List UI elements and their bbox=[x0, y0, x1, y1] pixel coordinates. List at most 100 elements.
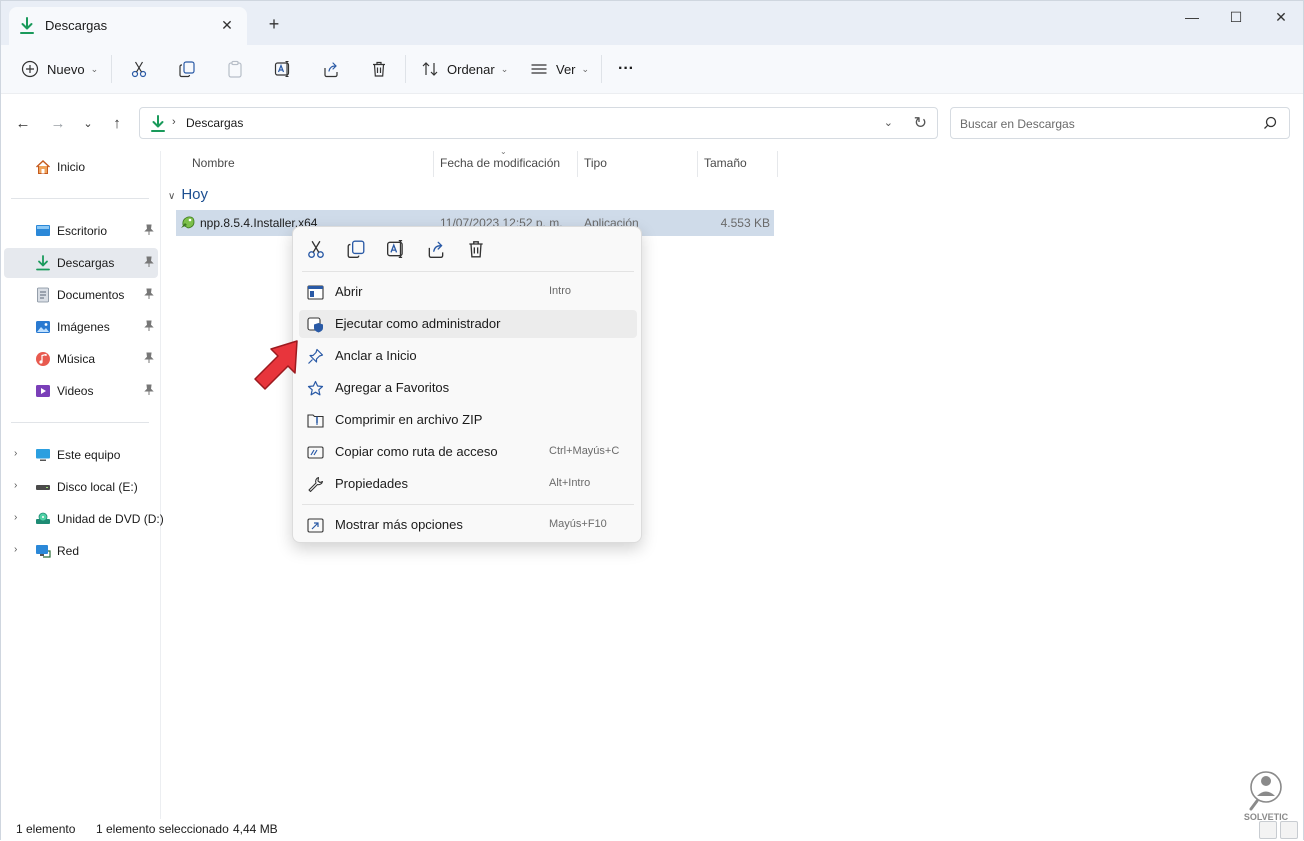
drive-icon bbox=[36, 485, 50, 490]
menu-item-mostrar-mas-opciones[interactable]: Mostrar más opciones Mayús+F10 bbox=[299, 511, 637, 539]
column-header-name[interactable]: Nombre bbox=[192, 156, 235, 170]
context-menu: Abrir Intro Ejecutar como administrador … bbox=[292, 226, 642, 543]
column-divider[interactable] bbox=[777, 151, 778, 177]
breadcrumb[interactable]: Descargas bbox=[186, 116, 243, 130]
sidebar-item-inicio[interactable]: Inicio bbox=[4, 152, 158, 182]
trash-icon[interactable] bbox=[466, 239, 486, 259]
sidebar-item-dvd[interactable]: › Unidad de DVD (D:) bbox=[4, 504, 164, 534]
desktop-icon bbox=[36, 225, 50, 236]
search-input[interactable]: Buscar en Descargas bbox=[950, 107, 1290, 139]
sidebar-item-label: Este equipo bbox=[57, 448, 121, 462]
sidebar-item-este-equipo[interactable]: › Este equipo bbox=[4, 440, 158, 470]
copy-icon[interactable] bbox=[346, 239, 366, 259]
navigation-bar: ← → ⌄ ↑ › Descargas ⌄ ↻ Buscar en Descar… bbox=[1, 93, 1303, 151]
close-button[interactable]: ✕ bbox=[1258, 1, 1304, 33]
chevron-down-icon: ⌄ bbox=[581, 63, 590, 74]
expand-chevron-icon[interactable]: › bbox=[14, 448, 17, 459]
forward-arrow-icon[interactable]: → bbox=[47, 112, 69, 134]
address-bar[interactable]: › Descargas ⌄ ↻ bbox=[139, 107, 938, 139]
paste-button[interactable] bbox=[226, 55, 244, 83]
paste-icon bbox=[228, 60, 242, 78]
expand-chevron-icon[interactable]: › bbox=[14, 512, 17, 523]
search-icon bbox=[1264, 116, 1277, 129]
menu-item-label: Propiedades bbox=[335, 476, 408, 491]
menu-item-agregar-a-favoritos[interactable]: Agregar a Favoritos bbox=[299, 374, 637, 402]
expand-chevron-icon[interactable]: › bbox=[14, 544, 17, 555]
share-icon bbox=[324, 62, 338, 78]
sidebar-item-red[interactable]: › Red bbox=[4, 536, 158, 566]
new-button[interactable]: Nuevo ⌄ bbox=[21, 55, 98, 83]
sidebar-item-label: Descargas bbox=[57, 256, 115, 270]
delete-button[interactable] bbox=[370, 55, 388, 83]
copy-icon bbox=[179, 61, 195, 78]
share-icon[interactable] bbox=[426, 239, 446, 259]
pin-icon[interactable] bbox=[143, 384, 155, 396]
up-arrow-icon[interactable]: ↑ bbox=[106, 112, 128, 134]
rename-button[interactable] bbox=[274, 55, 292, 83]
sidebar-item-label: Documentos bbox=[57, 288, 125, 302]
tab-close-icon[interactable]: ✕ bbox=[217, 15, 237, 35]
context-menu-divider bbox=[302, 271, 634, 272]
more-options-button[interactable]: ··· bbox=[618, 55, 634, 83]
menu-item-anclar-a-inicio[interactable]: Anclar a Inicio bbox=[299, 342, 637, 370]
tab-descargas[interactable]: Descargas ✕ bbox=[9, 7, 247, 45]
column-header-size[interactable]: Tamaño bbox=[704, 156, 747, 170]
pin-icon[interactable] bbox=[143, 256, 155, 268]
sidebar-item-escritorio[interactable]: Escritorio bbox=[4, 216, 158, 246]
view-button[interactable]: Ver ⌄ bbox=[530, 55, 589, 83]
command-bar: Nuevo ⌄ Ordenar ⌄ Ver ⌄ ··· bbox=[1, 45, 1303, 93]
sidebar-item-documentos[interactable]: Documentos bbox=[4, 280, 158, 310]
expand-chevron-icon[interactable]: › bbox=[14, 480, 17, 491]
group-label: Hoy bbox=[181, 186, 209, 203]
menu-item-ejecutar-como-administrador[interactable]: Ejecutar como administrador bbox=[299, 310, 637, 338]
trash-icon bbox=[373, 61, 385, 77]
cut-icon[interactable] bbox=[306, 239, 326, 259]
pin-icon[interactable] bbox=[143, 352, 155, 364]
file-size: 4.553 KB bbox=[720, 216, 770, 230]
view-button-label: Ver bbox=[556, 61, 576, 77]
new-button-label: Nuevo bbox=[47, 61, 85, 77]
share-button[interactable] bbox=[322, 55, 340, 83]
copy-path-icon bbox=[307, 446, 324, 459]
details-view-toggle[interactable] bbox=[1259, 821, 1277, 839]
column-header-modified[interactable]: Fecha de modificación bbox=[440, 156, 560, 170]
menu-item-abrir[interactable]: Abrir Intro bbox=[299, 278, 637, 306]
more-options-icon bbox=[307, 518, 324, 533]
back-arrow-icon[interactable]: ← bbox=[12, 112, 34, 134]
refresh-icon[interactable]: ↻ bbox=[914, 113, 927, 133]
recent-locations-chevron-icon[interactable]: ⌄ bbox=[77, 112, 99, 134]
download-icon bbox=[151, 115, 165, 132]
minimize-button[interactable]: — bbox=[1169, 1, 1215, 33]
group-header[interactable]: ∨ Hoy bbox=[168, 186, 208, 203]
maximize-button[interactable]: ☐ bbox=[1213, 1, 1259, 33]
pin-icon[interactable] bbox=[143, 320, 155, 332]
sort-button[interactable]: Ordenar ⌄ bbox=[421, 55, 508, 83]
address-dropdown-icon[interactable]: ⌄ bbox=[884, 116, 893, 129]
column-header-type[interactable]: Tipo bbox=[584, 156, 607, 170]
context-menu-quick-actions bbox=[293, 227, 641, 271]
sidebar-item-musica[interactable]: Música bbox=[4, 344, 158, 374]
column-divider[interactable] bbox=[577, 151, 578, 177]
menu-item-label: Agregar a Favoritos bbox=[335, 380, 450, 395]
sidebar-item-disco-local[interactable]: › Disco local (E:) bbox=[4, 472, 158, 502]
menu-item-label: Mostrar más opciones bbox=[335, 517, 463, 532]
menu-item-comprimir-zip[interactable]: Comprimir en archivo ZIP bbox=[299, 406, 637, 434]
column-divider[interactable] bbox=[433, 151, 434, 177]
breadcrumb-chevron-icon[interactable]: › bbox=[172, 116, 176, 128]
menu-item-copiar-como-ruta[interactable]: Copiar como ruta de acceso Ctrl+Mayús+C bbox=[299, 438, 637, 466]
tiles-view-toggle[interactable] bbox=[1280, 821, 1298, 839]
status-selection: 1 elemento seleccionado bbox=[96, 822, 229, 836]
sidebar-item-videos[interactable]: Videos bbox=[4, 376, 158, 406]
menu-item-propiedades[interactable]: Propiedades Alt+Intro bbox=[299, 470, 637, 498]
sidebar-item-descargas[interactable]: Descargas bbox=[4, 248, 158, 278]
rename-icon[interactable] bbox=[386, 239, 406, 259]
tab-title: Descargas bbox=[45, 18, 108, 33]
pin-icon[interactable] bbox=[143, 288, 155, 300]
pin-icon[interactable] bbox=[143, 224, 155, 236]
toolbar-divider bbox=[111, 55, 112, 83]
cut-button[interactable] bbox=[130, 55, 148, 83]
new-tab-button[interactable]: + bbox=[263, 13, 285, 35]
column-divider[interactable] bbox=[697, 151, 698, 177]
copy-button[interactable] bbox=[178, 55, 196, 83]
sidebar-item-imagenes[interactable]: Imágenes bbox=[4, 312, 158, 342]
